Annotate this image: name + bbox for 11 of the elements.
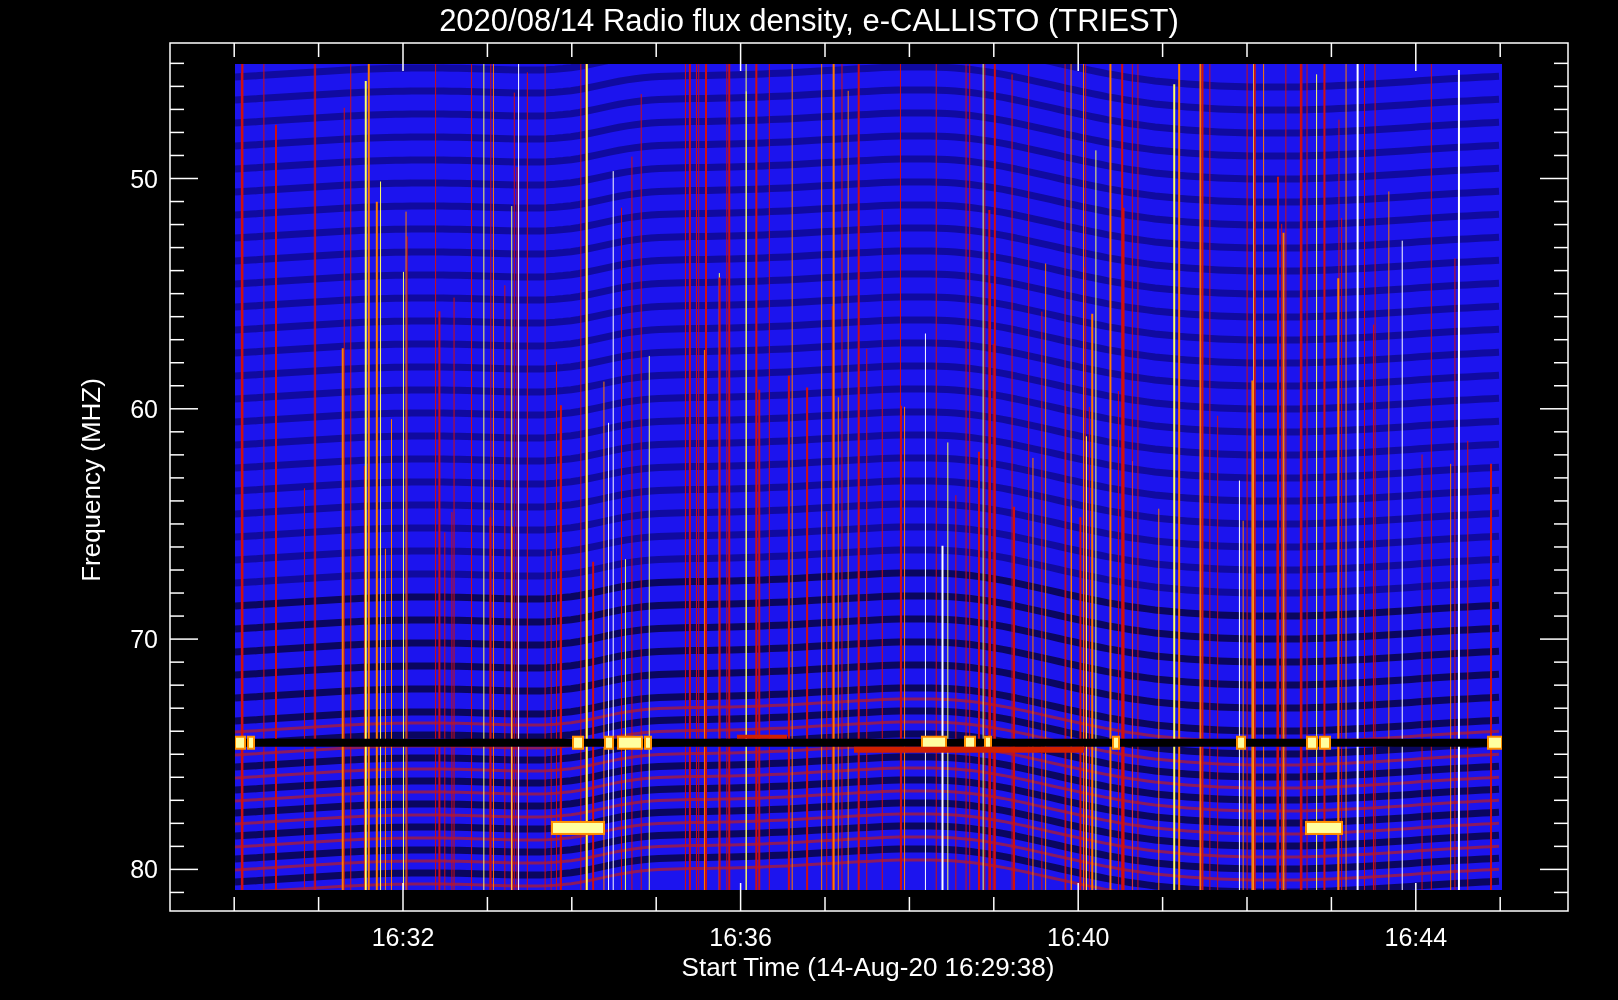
x-tick-label: 16:36 [709, 923, 772, 951]
y-tick-label: 60 [130, 394, 158, 423]
x-axis-label: Start Time (14-Aug-20 16:29:38) [681, 952, 1055, 982]
y-tick-label: 50 [130, 164, 158, 193]
x-tick-label: 16:32 [371, 923, 435, 951]
x-tick-label: 16:44 [1384, 923, 1448, 951]
plot-title: 2020/08/14 Radio flux density, e-CALLISTO (TRIEST) [439, 3, 1179, 38]
x-tick-label: 16:40 [1046, 923, 1110, 951]
y-tick-label: 80 [130, 855, 158, 884]
y-axis-label: Frequency (MHZ) [76, 378, 106, 582]
y-tick-label: 70 [130, 625, 158, 654]
